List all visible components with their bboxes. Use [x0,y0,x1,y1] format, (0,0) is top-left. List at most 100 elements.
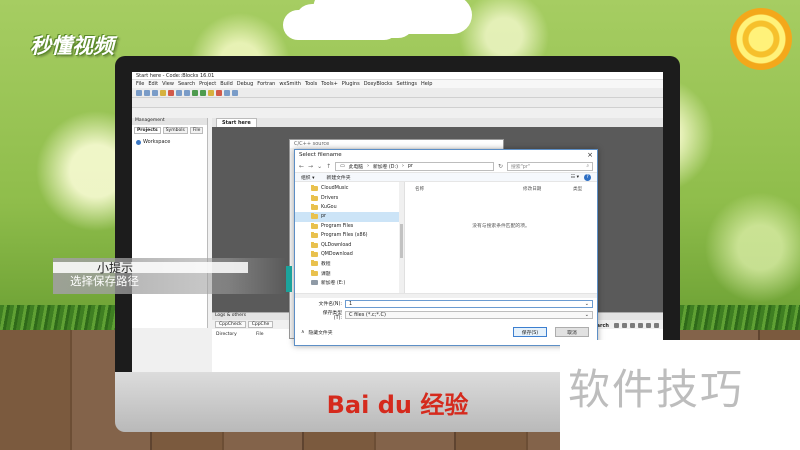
search-input[interactable]: 搜索"pr" ⌕ [507,161,593,171]
save-dialog-title: Select filename [299,152,342,158]
tree-item-tutorials[interactable]: 教程 [295,259,404,268]
help-icon[interactable]: ? [584,173,591,181]
log-tool-icon[interactable] [646,323,651,328]
refresh-icon[interactable]: ↻ [498,163,503,170]
caption-text: 软件技巧 [568,365,745,414]
organize-button[interactable]: 组织 ▾ [301,174,315,181]
tab-projects[interactable]: Projects [134,127,161,134]
save-icon[interactable] [152,89,158,96]
menu-project[interactable]: Project [199,81,216,87]
menu-file[interactable]: File [136,81,144,87]
menu-plugins[interactable]: Plugins [342,81,360,87]
menu-search[interactable]: Search [178,81,195,87]
tree-item-program-files[interactable]: Program Files [295,222,404,231]
filetype-select[interactable]: C files (*.c;*.C) ⌄ [345,310,593,319]
hide-folders-toggle[interactable]: 隐藏文件夹 [309,329,333,336]
menu-tools[interactable]: Tools [305,81,317,87]
menu-doxyblocks[interactable]: DoxyBlocks [364,81,393,87]
cloud-decoration [295,4,415,38]
tree-item-label: Program Files (x86) [321,233,368,239]
tree-item-topics[interactable]: 课题 [295,269,404,278]
cut-icon[interactable] [168,89,174,96]
chevron-down-icon[interactable]: ⌄ [585,301,589,307]
menu-fortran[interactable]: Fortran [257,81,275,87]
col-type[interactable]: 类型 [573,186,582,192]
chevron-down-icon[interactable]: ⌄ [585,312,589,318]
tab-files[interactable]: File [189,127,204,134]
menu-help[interactable]: Help [421,81,432,87]
run-icon[interactable] [200,89,206,96]
forward-arrow-icon[interactable]: → [308,163,313,170]
col-modified[interactable]: 修改日期 [523,186,573,192]
chevron-down-icon[interactable]: ⌄ [317,163,322,170]
tree-item-pr[interactable]: pr [295,212,404,222]
new-folder-button[interactable]: 新建文件夹 [327,174,351,181]
log-tool-icon[interactable] [622,323,627,328]
open-icon[interactable] [144,89,150,96]
tab-cppcheck[interactable]: CppCheck [215,321,246,328]
save-all-icon[interactable] [160,89,166,96]
tree-item-kugou[interactable]: KuGou [295,203,404,212]
abort-icon[interactable] [216,89,222,96]
tab-cppcheck-2[interactable]: CppChe [247,321,274,328]
crumb-drive-d[interactable]: 新加卷 (D:) [373,163,398,170]
crumb-pr[interactable]: pr [408,164,413,169]
menu-settings[interactable]: Settings [397,81,418,87]
tab-start-here[interactable]: Start here [216,118,257,127]
crumb-this-pc[interactable]: 此电脑 [349,163,363,170]
tree-item-label: QLDownload [321,242,352,248]
view-options-icon[interactable]: ☷ ▾ [571,175,579,180]
log-tool-icon[interactable] [630,323,635,328]
col-name[interactable]: 名称 [415,186,523,192]
folder-icon [311,250,318,257]
filetype-value: C files (*.c;*.C) [349,311,386,318]
folder-icon [311,232,318,239]
tree-item-label: 新加卷 (E:) [321,281,346,287]
menu-edit[interactable]: Edit [148,81,158,87]
workspace-node[interactable]: Workspace [132,136,207,148]
tree-item-qldownload[interactable]: QLDownload [295,240,404,249]
menu-build[interactable]: Build [220,81,233,87]
tree-item-qmdownload[interactable]: QMDownload [295,250,404,259]
filetype-row: 保存类型(T): C files (*.c;*.C) ⌄ [295,309,597,321]
log-tool-icon[interactable] [638,323,643,328]
management-panel: Management Projects Symbols File Workspa… [132,118,208,328]
crumb-separator-icon: › [367,163,369,169]
col-directory[interactable]: Directory [216,332,256,337]
menu-tools-plus[interactable]: Tools+ [321,81,338,87]
tree-scrollbar[interactable] [399,182,404,293]
crumb-separator-icon: › [401,163,404,169]
tree-item-drivers[interactable]: Drivers [295,193,404,202]
debug-icon[interactable] [224,89,230,96]
log-tool-icon[interactable] [654,323,659,328]
folder-icon [311,269,318,276]
workspace-icon [136,139,141,145]
back-arrow-icon[interactable]: ← [299,163,304,170]
close-icon[interactable]: × [587,151,593,159]
address-bar[interactable]: ▭ 此电脑 › 新加卷 (D:) › pr [335,161,494,171]
save-button[interactable]: 保存(S) [513,327,547,337]
hide-folders-chevron-icon[interactable]: ∧ [301,330,305,335]
tree-item-label: pr [321,214,327,220]
cancel-button[interactable]: 取消 [555,327,589,337]
tab-symbols[interactable]: Symbols [162,127,188,134]
paste-icon[interactable] [184,89,190,96]
menu-view[interactable]: View [162,81,174,87]
dialog-footer: ∧ 隐藏文件夹 保存(S) 取消 [295,322,597,342]
tree-item-cloudmusic[interactable]: CloudMusic [295,184,404,193]
filename-input[interactable]: 1 ⌄ [345,299,593,308]
up-arrow-icon[interactable]: ↑ [326,163,331,170]
sun-icon [730,8,792,70]
step-icon[interactable] [232,89,238,96]
tree-item-program-files-x86[interactable]: Program Files (x86) [295,231,404,240]
file-list-header: 名称 修改日期 类型 [405,182,597,192]
menu-wxsmith[interactable]: wxSmith [279,81,301,87]
build-icon[interactable] [192,89,198,96]
log-tool-icon[interactable] [614,323,619,328]
save-dialog-titlebar: Select filename × [295,150,597,160]
new-file-icon[interactable] [136,89,142,96]
menu-debug[interactable]: Debug [237,81,253,87]
tree-item-drive-e[interactable]: 新加卷 (E:) [295,278,404,287]
copy-icon[interactable] [176,89,182,96]
build-run-icon[interactable] [208,89,214,96]
